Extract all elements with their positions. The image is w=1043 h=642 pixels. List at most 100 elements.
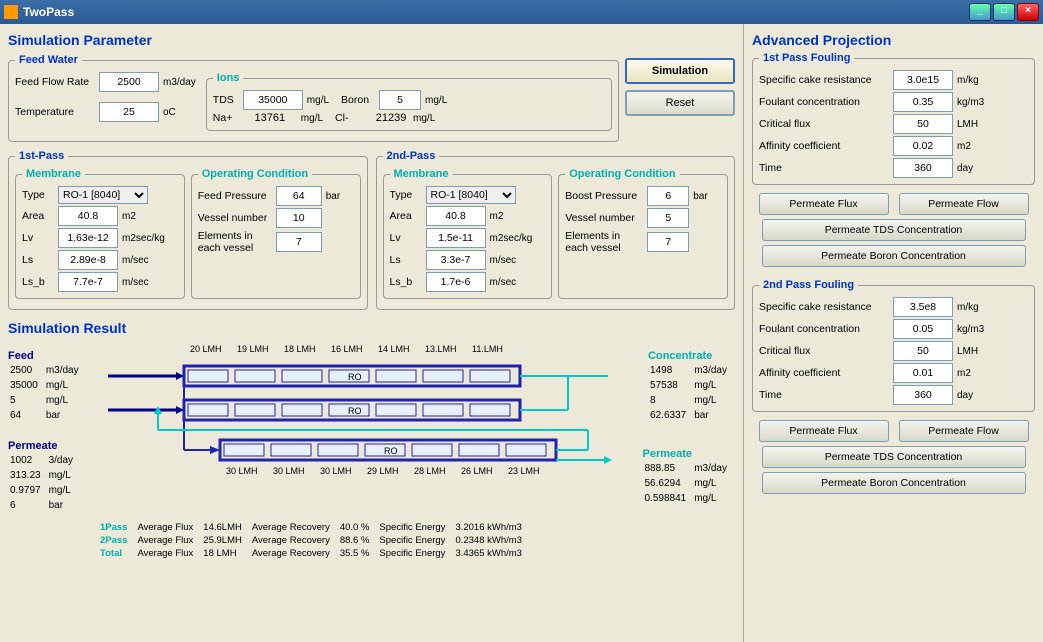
f1-permeate-flux-button[interactable]: Permeate Flux — [759, 193, 889, 215]
f2-cf-input[interactable] — [893, 341, 953, 361]
p1-area-input[interactable] — [58, 206, 118, 226]
svg-text:RO: RO — [384, 446, 398, 456]
f2-scr-label: Specific cake resistance — [759, 301, 889, 313]
p2-vn-input[interactable] — [647, 208, 689, 228]
reset-button[interactable]: Reset — [625, 90, 735, 116]
title-bar: TwoPass _ □ × — [0, 0, 1043, 24]
f2-permeate-flux-button[interactable]: Permeate Flux — [759, 420, 889, 442]
first-pass-legend: 1st-Pass — [15, 150, 68, 162]
p1-lsb-unit: m/sec — [122, 277, 149, 288]
p2-bp-input[interactable] — [647, 186, 689, 206]
svg-text:30 LMH: 30 LMH — [273, 466, 305, 476]
p2-membrane: Membrane TypeRO-1 [8040] Aream2 Lvm2sec/… — [383, 168, 553, 299]
sim-param-heading: Simulation Parameter — [8, 32, 735, 48]
feed-water-legend: Feed Water — [15, 54, 82, 66]
p1-type-select[interactable]: RO-1 [8040] — [58, 186, 148, 204]
f1-ac-label: Affinity coefficient — [759, 140, 889, 152]
f1-t-unit: day — [957, 163, 973, 174]
f1-fc-input[interactable] — [893, 92, 953, 112]
minimize-button[interactable]: _ — [969, 3, 991, 21]
boron-input[interactable] — [379, 90, 421, 110]
f1-permeate-tds-button[interactable]: Permeate TDS Concentration — [762, 219, 1026, 241]
p1-ls-input[interactable] — [58, 250, 118, 270]
p2-ls-input[interactable] — [426, 250, 486, 270]
f2-cf-label: Critical flux — [759, 345, 889, 357]
feed-temp-label: Temperature — [15, 106, 95, 118]
p2-opcond-legend: Operating Condition — [565, 168, 679, 180]
p1-vn-input[interactable] — [276, 208, 322, 228]
permeate2-heading: Permeate — [642, 448, 735, 460]
p2-type-select[interactable]: RO-1 [8040] — [426, 186, 516, 204]
f2-fc-input[interactable] — [893, 319, 953, 339]
ions-legend: Ions — [213, 72, 244, 84]
second-pass-legend: 2nd-Pass — [383, 150, 440, 162]
p1-area-label: Area — [22, 210, 54, 222]
p1-fp-input[interactable] — [276, 186, 322, 206]
close-button[interactable]: × — [1017, 3, 1039, 21]
simulation-button[interactable]: Simulation — [625, 58, 735, 84]
feed-temp-input[interactable] — [99, 102, 159, 122]
p1-opcond-legend: Operating Condition — [198, 168, 312, 180]
permeate1-heading: Permeate — [8, 440, 81, 452]
svg-text:28 LMH: 28 LMH — [414, 466, 446, 476]
na-value: 13761 — [243, 112, 297, 124]
p2-lsb-input[interactable] — [426, 272, 486, 292]
p1-area-unit: m2 — [122, 211, 136, 222]
svg-text:16 LMH: 16 LMH — [331, 344, 363, 354]
p1-lsb-input[interactable] — [58, 272, 118, 292]
tds-label: TDS — [213, 94, 239, 106]
p1-lv-label: Lv — [22, 232, 54, 244]
f1-ac-input[interactable] — [893, 136, 953, 156]
p1-ev-input[interactable] — [276, 232, 322, 252]
f1-fc-unit: kg/m3 — [957, 97, 984, 108]
cl-unit: mg/L — [413, 113, 435, 124]
p2-ev-label: Elements in each vessel — [565, 230, 643, 254]
f2-ac-label: Affinity coefficient — [759, 367, 889, 379]
p2-lv-input[interactable] — [426, 228, 486, 248]
p2-ev-input[interactable] — [647, 232, 689, 252]
f1-cf-input[interactable] — [893, 114, 953, 134]
f2-permeate-flow-button[interactable]: Permeate Flow — [899, 420, 1029, 442]
p2-bp-label: Boost Pressure — [565, 190, 643, 202]
f2-permeate-boron-button[interactable]: Permeate Boron Concentration — [762, 472, 1026, 494]
f1-permeate-boron-button[interactable]: Permeate Boron Concentration — [762, 245, 1026, 267]
permeate1-values: 10023/day313.23mg/L0.9797mg/L6bar — [8, 452, 81, 514]
na-unit: mg/L — [301, 113, 323, 124]
f2-permeate-tds-button[interactable]: Permeate TDS Concentration — [762, 446, 1026, 468]
feed-flow-label: Feed Flow Rate — [15, 76, 95, 88]
svg-text:13.LMH: 13.LMH — [425, 344, 457, 354]
sim-result-heading: Simulation Result — [8, 320, 735, 336]
svg-text:20 LMH: 20 LMH — [190, 344, 222, 354]
svg-text:RO: RO — [348, 406, 362, 416]
f2-scr-input[interactable] — [893, 297, 953, 317]
p2-ls-unit: m/sec — [490, 255, 517, 266]
cl-value: 21239 — [373, 112, 409, 124]
f2-t-input[interactable] — [893, 385, 953, 405]
p2-bp-unit: bar — [693, 191, 707, 202]
f1-scr-unit: m/kg — [957, 75, 979, 86]
f2-scr-unit: m/kg — [957, 302, 979, 313]
f1-scr-label: Specific cake resistance — [759, 74, 889, 86]
maximize-button[interactable]: □ — [993, 3, 1015, 21]
f1-permeate-flow-button[interactable]: Permeate Flow — [899, 193, 1029, 215]
f1-t-input[interactable] — [893, 158, 953, 178]
ions-group: Ions TDS mg/L Boron mg/L Na+ 13761 mg/L … — [206, 72, 612, 131]
svg-text:19 LMH: 19 LMH — [237, 344, 269, 354]
p1-membrane: Membrane TypeRO-1 [8040] Aream2 Lvm2sec/… — [15, 168, 185, 299]
p1-vn-label: Vessel number — [198, 212, 272, 224]
f2-ac-input[interactable] — [893, 363, 953, 383]
p2-area-input[interactable] — [426, 206, 486, 226]
cl-label: Cl- — [335, 112, 369, 124]
p2-type-label: Type — [390, 189, 422, 201]
feed-values: 2500m3/day35000mg/L5mg/L64bar — [8, 362, 87, 424]
feed-flow-input[interactable] — [99, 72, 159, 92]
tds-input[interactable] — [243, 90, 303, 110]
p2-lsb-label: Ls_b — [390, 276, 422, 288]
result-diagram: 20 LMH19 LMH18 LMH16 LMH14 LMH13.LMH11.L… — [8, 340, 735, 520]
concentrate-heading: Concentrate — [648, 350, 735, 362]
p1-ls-label: Ls — [22, 254, 54, 266]
p1-lv-input[interactable] — [58, 228, 118, 248]
f1-scr-input[interactable] — [893, 70, 953, 90]
p2-opcond: Operating Condition Boost Pressurebar Ve… — [558, 168, 728, 299]
tds-unit: mg/L — [307, 95, 329, 106]
